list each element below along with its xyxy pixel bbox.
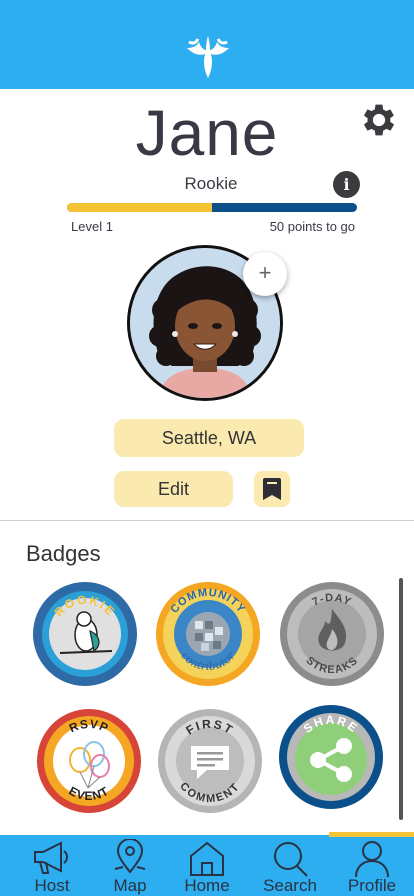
tab-map[interactable]: Map [89,835,171,896]
badge-community[interactable]: COMMUNITY contributor [155,581,261,687]
search-icon [274,842,308,877]
person-icon [355,841,389,877]
bookmark-icon [263,478,281,500]
tab-label: Profile [347,876,397,895]
info-icon[interactable]: i [333,171,360,198]
tab-home[interactable]: Home [166,835,248,896]
badges-scrollbar[interactable] [399,578,403,820]
tab-label: Home [184,876,230,895]
megaphone-icon [34,841,68,874]
section-divider [0,520,414,521]
badge-rookie[interactable]: ROOKIE [32,581,138,687]
disco-ball-icon [186,612,230,656]
add-photo-button[interactable]: + [243,252,287,296]
tab-profile[interactable]: Profile [331,835,413,896]
bookmark-button[interactable] [254,471,290,507]
badge-7-day-streaks[interactable]: 7-DAY STREAKS [279,581,385,687]
badge-share[interactable]: SHARE [278,704,384,810]
tab-label: Map [113,876,147,895]
tab-label: Search [263,876,317,895]
level-label: Level 1 [71,219,113,234]
level-progress-bar [67,203,357,212]
points-to-go-label: 50 points to go [269,219,355,234]
bird-logo-icon [187,36,229,78]
location-chip[interactable]: Seattle, WA [114,419,304,457]
tab-label: Host [34,876,70,895]
profile-name: Jane [135,97,279,169]
tab-search[interactable]: Search [249,835,331,896]
map-pin-icon [114,839,146,874]
level-progress-fill [67,203,212,212]
badge-first-comment[interactable]: FIRST COMMENT [157,708,263,814]
tab-host[interactable]: Host [11,835,93,896]
badge-rsvp-event[interactable]: RSVP EVENT [36,708,142,814]
home-icon [190,841,224,876]
gear-icon[interactable] [358,99,400,141]
badges-heading: Badges [26,541,101,566]
edit-profile-button[interactable]: Edit [114,471,233,507]
top-app-bar [0,0,414,89]
